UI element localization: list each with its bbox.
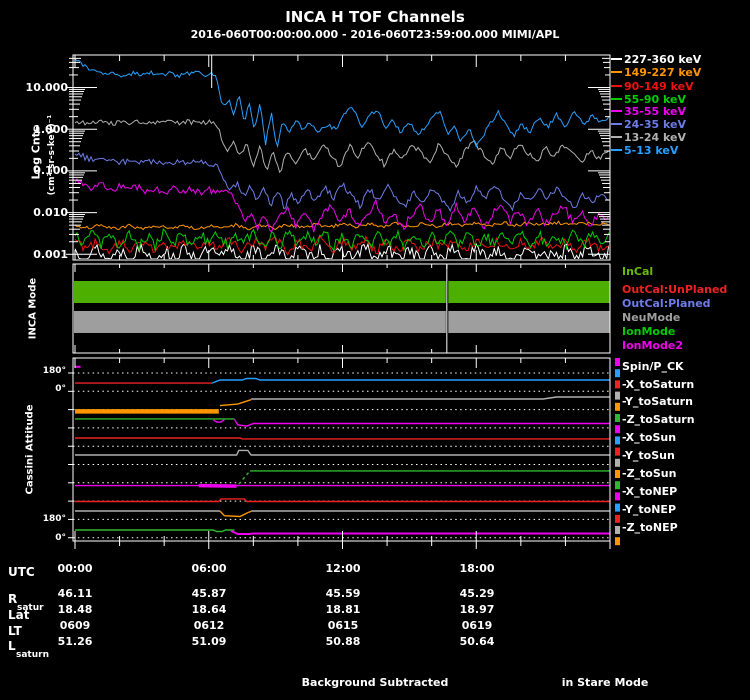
table-cell-3-1: 51.09 — [191, 635, 227, 648]
mode-legend-item-3: NeuMode — [622, 311, 681, 324]
stare-mode-note: in Stare Mode — [561, 676, 649, 689]
table-cell-3-0: 51.26 — [57, 635, 93, 648]
energy-legend-label: 227-360 keV — [624, 53, 702, 66]
counts-axis-title: Log Cnts — [29, 125, 43, 180]
time-range-subtitle: 2016-060T00:00:00.000 - 2016-060T23:59:0… — [190, 28, 560, 41]
mode-legend-item-0: InCal — [622, 265, 654, 278]
energy-legend-label: 90-149 keV — [624, 80, 694, 93]
table-cell-0-2: 45.59 — [325, 587, 361, 600]
attitude-legend-item-1: -X_toSaturn — [622, 378, 695, 391]
mode-legend-item-2: OutCal:Planed — [622, 297, 711, 310]
energy-legend-label: 24-35 keV — [624, 118, 687, 131]
attitude-ytick-1: 0° — [55, 384, 66, 394]
energy-legend-item-4: 35-55 keV — [611, 106, 686, 118]
l-row-sub: saturn — [16, 650, 49, 660]
table-cell-2-3: 0619 — [461, 619, 493, 632]
counts-ytick-2: 0.100 — [33, 164, 68, 177]
energy-legend-label: 5-13 keV — [624, 144, 679, 157]
energy-legend-item-6: 13-24 keV — [611, 132, 686, 144]
counts-ytick-3: 0.010 — [33, 206, 68, 219]
attitude-legend-item-2: -Y_toSaturn — [622, 395, 693, 408]
table-cell-1-2: 18.81 — [325, 603, 361, 616]
legend-dash-icon — [611, 84, 622, 87]
legend-dash-icon — [611, 97, 622, 100]
energy-legend-label: 149-227 keV — [624, 66, 702, 79]
attitude-legend-item-9: -Z_toNEP — [622, 521, 678, 534]
table-cell-2-2: 0615 — [327, 619, 359, 632]
energy-legend-item-5: 24-35 keV — [611, 119, 686, 131]
attitude-axis-title: Cassini Attitude — [24, 404, 36, 495]
table-cell-3-3: 50.64 — [459, 635, 495, 648]
utc-row-label: UTC — [8, 565, 35, 579]
energy-legend-label: 35-55 keV — [624, 105, 687, 118]
legend-dash-icon — [611, 135, 622, 138]
energy-legend-item-7: 5-13 keV — [611, 145, 678, 157]
mode-legend-item-4: IonMode — [622, 325, 676, 338]
legend-dash-icon — [611, 148, 622, 151]
energy-legend-item-1: 149-227 keV — [611, 67, 701, 79]
lat-row-label: Lat — [8, 608, 30, 622]
utc-tick-label-0: 00:00 — [57, 562, 93, 575]
counts-axis-units: (cm²-sr-s-keV)⁻¹ — [47, 114, 57, 196]
lt-row-label: LT — [8, 624, 22, 638]
counts-ytick-0: 10.000 — [25, 81, 68, 94]
table-cell-2-0: 0609 — [59, 619, 91, 632]
attitude-ytick-3: 0° — [55, 533, 66, 543]
l-row-label: L — [8, 639, 16, 653]
legend-dash-icon — [611, 70, 622, 73]
attitude-legend-item-3: -Z_toSaturn — [622, 413, 695, 426]
table-cell-1-3: 18.97 — [459, 603, 495, 616]
legend-dash-icon — [611, 57, 622, 60]
attitude-legend-item-6: -Z_toSun — [622, 467, 677, 480]
legend-dash-icon — [611, 122, 622, 125]
table-cell-0-3: 45.29 — [459, 587, 495, 600]
counts-ytick-1: 1.000 — [33, 123, 68, 136]
energy-legend-item-2: 90-149 keV — [611, 81, 694, 93]
inca-tof-figure: INCA H TOF Channels 2016-060T00:00:00.00… — [0, 0, 750, 700]
attitude-legend-item-8: -Y_toNEP — [622, 503, 677, 516]
attitude-legend-item-5: -Y_toSun — [622, 449, 675, 462]
mode-legend-item-5: IonMode2 — [622, 339, 683, 352]
counts-ytick-4: 0.001 — [33, 248, 68, 261]
mode-axis-title: INCA Mode — [27, 277, 39, 340]
mode-legend-item-1: OutCal:UnPlaned — [622, 283, 728, 296]
table-cell-0-0: 46.11 — [57, 587, 93, 600]
table-cell-3-2: 50.88 — [325, 635, 361, 648]
table-cell-0-1: 45.87 — [191, 587, 227, 600]
page-title: INCA H TOF Channels — [285, 8, 465, 26]
attitude-ytick-2: 180° — [42, 514, 66, 524]
attitude-ytick-0: 180° — [42, 366, 66, 376]
legend-dash-icon — [611, 109, 622, 112]
attitude-legend-item-4: -X_toSun — [622, 431, 677, 444]
table-cell-2-1: 0612 — [193, 619, 225, 632]
utc-tick-label-2: 12:00 — [325, 562, 361, 575]
table-cell-1-0: 18.48 — [57, 603, 93, 616]
attitude-legend-item-7: -X_toNEP — [622, 485, 678, 498]
table-cell-1-1: 18.64 — [191, 603, 227, 616]
r-row-label: R — [8, 592, 18, 606]
energy-legend-label: 13-24 keV — [624, 131, 687, 144]
utc-tick-label-1: 06:00 — [191, 562, 227, 575]
attitude-legend-item-0: Spin/P_CK — [622, 360, 684, 373]
utc-tick-label-3: 18:00 — [459, 562, 495, 575]
energy-legend-item-0: 227-360 keV — [611, 54, 701, 66]
